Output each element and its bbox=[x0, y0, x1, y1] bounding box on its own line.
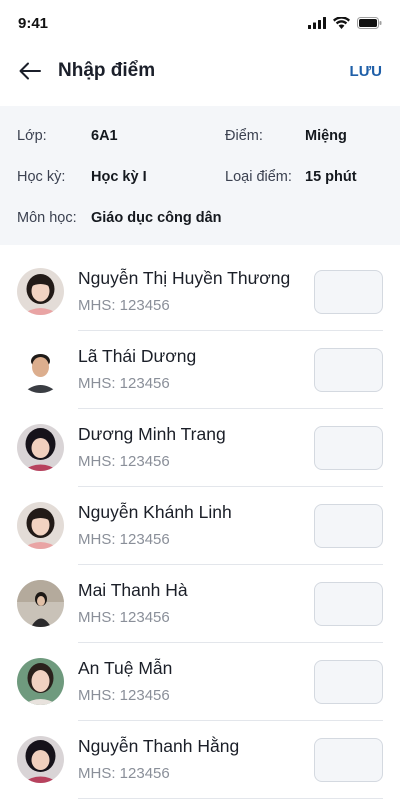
score-type-label: Loại điểm: bbox=[225, 169, 292, 185]
info-panel: Lớp: 6A1 Điểm: Miệng Học kỳ: Học kỳ I Lo… bbox=[0, 106, 400, 245]
student-row: Mai Thanh Hà MHS: 123456 bbox=[0, 565, 400, 643]
back-button[interactable] bbox=[18, 59, 42, 83]
score-input[interactable] bbox=[314, 660, 383, 704]
avatar bbox=[17, 424, 64, 471]
student-id: MHS: 123456 bbox=[78, 297, 170, 314]
score-input[interactable] bbox=[314, 270, 383, 314]
score-input[interactable] bbox=[314, 348, 383, 392]
term-label: Học kỳ: bbox=[17, 169, 66, 185]
student-row: Dương Minh Trang MHS: 123456 bbox=[0, 409, 400, 487]
score-column-value: Miệng bbox=[305, 128, 347, 144]
student-id: MHS: 123456 bbox=[78, 609, 170, 626]
avatar bbox=[17, 580, 64, 627]
student-id: MHS: 123456 bbox=[78, 687, 170, 704]
class-label: Lớp: bbox=[17, 128, 47, 144]
student-id: MHS: 123456 bbox=[78, 375, 170, 392]
battery-icon bbox=[357, 17, 382, 29]
score-column-label: Điểm: bbox=[225, 128, 263, 144]
student-row: Nguyễn Thanh Hằng MHS: 123456 bbox=[0, 721, 400, 799]
student-row: Lã Thái Dương MHS: 123456 bbox=[0, 331, 400, 409]
avatar bbox=[17, 268, 64, 315]
student-name: Nguyễn Thanh Hằng bbox=[78, 736, 240, 756]
status-icons bbox=[308, 17, 382, 29]
student-list: Nguyễn Thị Huyền Thương MHS: 123456 Lã T… bbox=[0, 253, 400, 799]
subject-label: Môn học: bbox=[17, 210, 77, 226]
score-input[interactable] bbox=[314, 426, 383, 470]
app-bar: Nhập điểm LƯU bbox=[0, 46, 400, 96]
page-title: Nhập điểm bbox=[58, 60, 156, 81]
score-input[interactable] bbox=[314, 738, 383, 782]
student-name: Dương Minh Trang bbox=[78, 424, 226, 444]
save-button[interactable]: LƯU bbox=[350, 63, 382, 80]
student-name: An Tuệ Mẫn bbox=[78, 658, 173, 678]
student-name: Nguyễn Thị Huyền Thương bbox=[78, 268, 291, 288]
wifi-icon bbox=[333, 17, 350, 29]
student-name: Lã Thái Dương bbox=[78, 346, 197, 366]
term-value: Học kỳ I bbox=[91, 169, 147, 185]
student-row: Nguyễn Khánh Linh MHS: 123456 bbox=[0, 487, 400, 565]
avatar bbox=[17, 502, 64, 549]
score-input[interactable] bbox=[314, 582, 383, 626]
student-id: MHS: 123456 bbox=[78, 765, 170, 782]
class-value: 6A1 bbox=[91, 128, 118, 144]
student-name: Nguyễn Khánh Linh bbox=[78, 502, 232, 522]
student-row: An Tuệ Mẫn MHS: 123456 bbox=[0, 643, 400, 721]
avatar bbox=[17, 658, 64, 705]
student-id: MHS: 123456 bbox=[78, 531, 170, 548]
score-input[interactable] bbox=[314, 504, 383, 548]
score-type-value: 15 phút bbox=[305, 169, 357, 185]
avatar bbox=[17, 736, 64, 783]
arrow-left-icon bbox=[19, 62, 41, 80]
student-name: Mai Thanh Hà bbox=[78, 580, 188, 600]
avatar bbox=[17, 346, 64, 393]
signal-icon bbox=[308, 17, 326, 29]
status-bar: 9:41 bbox=[0, 0, 400, 46]
student-row: Nguyễn Thị Huyền Thương MHS: 123456 bbox=[0, 253, 400, 331]
status-time: 9:41 bbox=[18, 14, 49, 32]
subject-value: Giáo dục công dân bbox=[91, 210, 222, 226]
row-divider bbox=[78, 798, 383, 799]
student-id: MHS: 123456 bbox=[78, 453, 170, 470]
